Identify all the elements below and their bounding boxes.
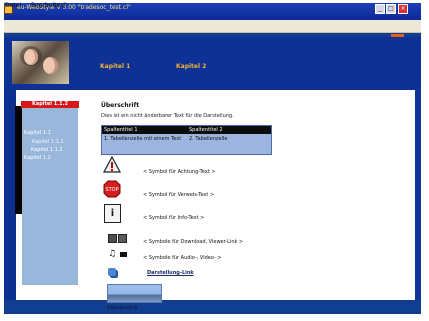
sidebar-heading: Kapitel 1.1.2: [21, 101, 79, 108]
sidebar-item-kapitel-1-1[interactable]: Kapitel 1.1: [24, 130, 51, 136]
info-icon: i: [104, 204, 121, 223]
video-icon: [120, 252, 127, 257]
table-cell-2: 2. Tabellenzelle: [187, 134, 271, 154]
warning-icon: [103, 156, 121, 173]
avatar: [12, 41, 69, 84]
download-symbol-text: < Symbole für Download, Viewer-Link >: [143, 239, 244, 245]
info-symbol-text: < Symbol für Info-Text >: [143, 215, 205, 221]
sidebar-black-bar: [15, 106, 22, 214]
tab-kapitel-2[interactable]: Kapitel 2: [176, 63, 206, 70]
content-area: [79, 90, 415, 296]
sidebar-item-kapitel-1-1-2[interactable]: Kapitel 1.1.2: [31, 147, 63, 153]
description-text: Dies ist ein nicht änderbarer Text für d…: [101, 113, 234, 119]
menu-help[interactable]: ?: [63, 2, 66, 9]
page-heading: Überschrift: [101, 102, 140, 109]
stop-icon: STOP: [103, 180, 121, 198]
svg-text:STOP: STOP: [105, 187, 118, 193]
audio-video-symbol-text: < Symbole für Audio-, Video- >: [143, 255, 222, 261]
close-button[interactable]: ×: [398, 4, 408, 14]
download-icon: [108, 234, 117, 243]
stop-symbol-text: < Symbol für Verweis-Text >: [143, 192, 215, 198]
darstellung-link[interactable]: Darstellung-Link: [147, 270, 194, 276]
thumbnail-image: [107, 284, 162, 303]
thumbnail-caption: Bildunterschrift: [107, 305, 138, 310]
face-right: [43, 57, 58, 74]
right-rail: [415, 90, 421, 300]
tab-kapitel-1[interactable]: Kapitel 1: [100, 63, 130, 70]
data-table: Spaltentitel 1 Spaltentitel 2 1. Tabelle…: [101, 125, 272, 155]
sidebar-item-kapitel-1-2[interactable]: Kapitel 1.2: [24, 155, 51, 161]
link-icon: [108, 268, 116, 276]
table-header-1: Spaltentitel 1: [102, 126, 187, 134]
menu-file[interactable]: Datei: [5, 2, 21, 9]
table-cell-1: 1. Tabellenzelle mit einem Text: [102, 134, 187, 154]
app-window: eu-WebStyle V 3.00 "tradesoc_test.cl" _ …: [0, 0, 429, 321]
menu-edit[interactable]: Bearbeiten: [31, 2, 64, 9]
maximize-button[interactable]: □: [386, 4, 396, 14]
table-header-2: Spaltentitel 2: [187, 126, 271, 134]
viewer-link-icon: [118, 234, 127, 243]
menu-bar: [4, 20, 421, 33]
bottom-strip: [4, 300, 421, 314]
audio-icon: ♫: [108, 249, 117, 259]
warning-symbol-text: < Symbol für Achtung-Text >: [143, 169, 216, 175]
sidebar-item-kapitel-1-1-1[interactable]: Kapitel 1.1.1: [32, 139, 64, 145]
minimize-button[interactable]: _: [375, 4, 385, 14]
face-left: [24, 49, 38, 65]
